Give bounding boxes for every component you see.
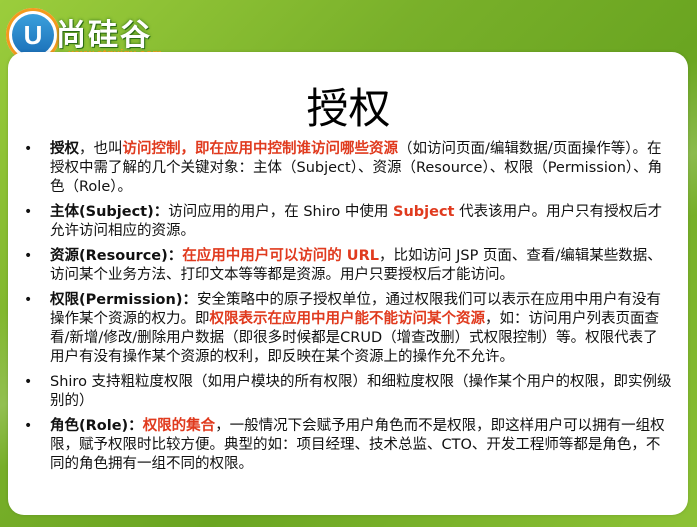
bullet-item: Shiro 支持粗粒度权限（如用户模块的所有权限）和细粒度权限（操作某个用户的权… (22, 373, 672, 411)
bullet-item: 主体(Subject)：访问应用的用户，在 Shiro 中使用 Subject … (22, 203, 672, 241)
body-text: 访问应用的用户，在 Shiro 中使用 (168, 204, 393, 220)
term-label: 权限(Permission)： (50, 292, 197, 308)
term-label: 授权 (50, 141, 79, 157)
term-label: 主体(Subject)： (50, 204, 169, 220)
bullet-list: 授权，也叫访问控制，即在应用中控制谁访问哪些资源（如访问页面/编辑数据/页面操作… (22, 140, 672, 480)
body-text: Shiro 支持粗粒度权限（如用户模块的所有权限）和细粒度权限（操作某个用户的权… (50, 374, 672, 409)
bullet-item: 授权，也叫访问控制，即在应用中控制谁访问哪些资源（如访问页面/编辑数据/页面操作… (22, 140, 672, 197)
highlight-text: Subject (393, 204, 455, 220)
term-label: 资源(Resource)： (50, 248, 183, 264)
highlight-text: 访问控制，即在应用中控制谁访问哪些资源 (122, 141, 399, 157)
term-label: 角色(Role)： (50, 418, 143, 434)
highlight-text: 权限表示在应用中用户能不能访问某个资源 (209, 311, 486, 327)
highlight-text: 权限的集合 (142, 418, 216, 434)
slide-title: 授权 (306, 84, 391, 133)
logo-u-icon: U (12, 14, 54, 56)
highlight-text: 在应用中用户可以访问的 URL (182, 248, 379, 264)
bullet-item: 权限(Permission)：安全策略中的原子授权单位，通过权限我们可以表示在应… (22, 291, 672, 367)
body-text: ，也叫 (79, 141, 123, 157)
bullet-item: 角色(Role)：权限的集合，一般情况下会赋予用户角色而不是权限，即这样用户可以… (22, 417, 672, 474)
bullet-item: 资源(Resource)：在应用中用户可以访问的 URL，比如访问 JSP 页面… (22, 247, 672, 285)
